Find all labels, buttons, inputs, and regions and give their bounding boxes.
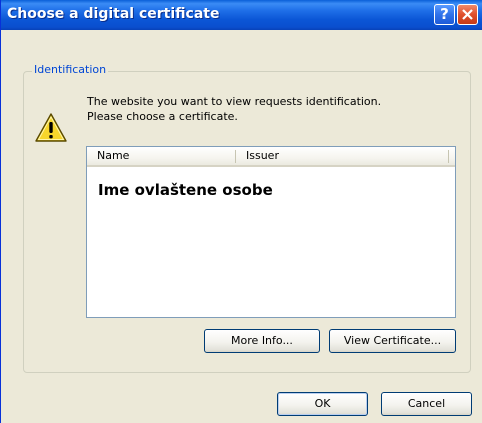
cancel-button[interactable]: Cancel [381,392,472,416]
window-title: Choose a digital certificate [7,6,220,22]
ok-button[interactable]: OK [277,392,368,416]
identification-message: The website you want to view requests id… [87,94,457,124]
close-icon [462,9,473,20]
certificate-name: Ime ovlaštene osobe [98,181,273,199]
message-line-1: The website you want to view requests id… [87,95,382,108]
list-item[interactable]: Ime ovlaštene osobe [98,181,273,199]
column-header-name[interactable]: Name [87,147,235,165]
message-line-2: Please choose a certificate. [87,110,238,123]
more-info-button[interactable]: More Info... [204,329,320,353]
certificate-dialog: Choose a digital certificate ? Identific… [0,0,482,423]
column-header-issuer[interactable]: Issuer [236,147,446,165]
close-button[interactable] [457,4,478,25]
list-header: Name Issuer [87,147,455,167]
help-icon: ? [440,5,449,23]
view-certificate-button[interactable]: View Certificate... [329,329,456,353]
identification-group-label: Identification [32,63,109,76]
warning-icon [35,113,67,142]
help-button[interactable]: ? [434,4,455,25]
title-bar[interactable]: Choose a digital certificate ? [1,0,482,30]
certificate-list[interactable]: Name Issuer Ime ovlaštene osobe [86,146,456,318]
column-divider[interactable] [448,150,449,163]
